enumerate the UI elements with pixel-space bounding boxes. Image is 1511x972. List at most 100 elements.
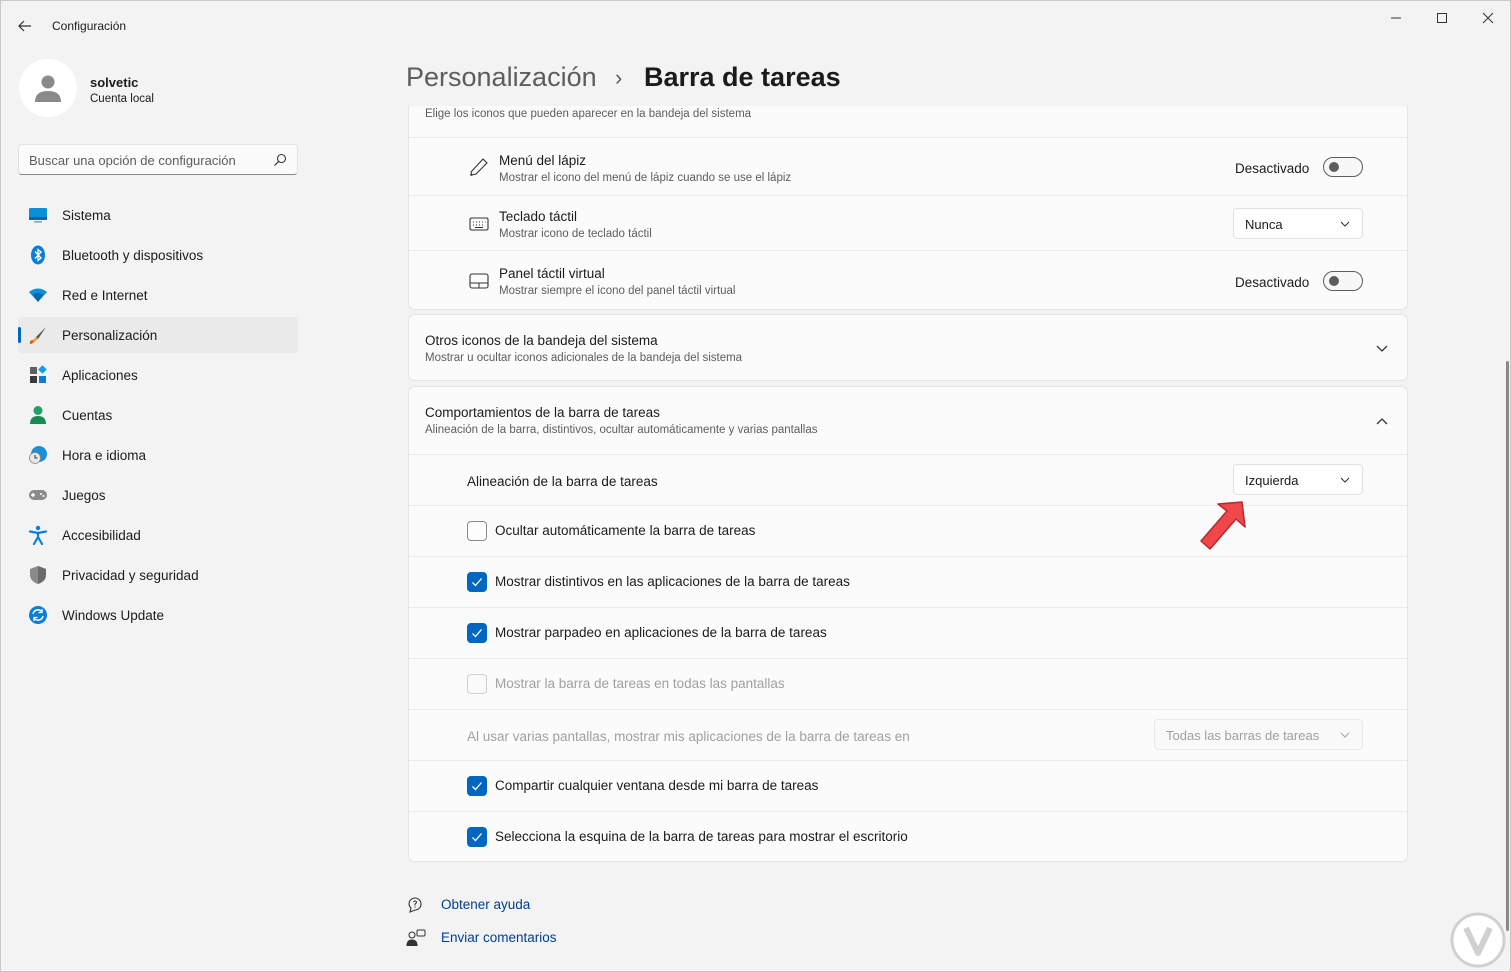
alignment-row: Alineación de la barra de tareas Izquier… xyxy=(409,454,1407,505)
sidebar-item-accesibilidad[interactable]: Accesibilidad xyxy=(18,517,298,553)
user-avatar-icon xyxy=(35,75,61,102)
sidebar-item-label: Sistema xyxy=(62,207,111,223)
tray-icons-description: Elige los iconos que pueden aparecer en … xyxy=(425,108,752,120)
wifi-icon xyxy=(28,285,48,305)
sidebar-item-label: Personalización xyxy=(62,327,158,343)
flashing-row: Mostrar parpadeo en aplicaciones de la b… xyxy=(409,607,1407,658)
maximize-button[interactable] xyxy=(1419,1,1465,35)
corner-desktop-label: Selecciona la esquina de la barra de tar… xyxy=(495,829,908,844)
sidebar-item-label: Cuentas xyxy=(62,407,113,423)
behaviors-header[interactable]: Comportamientos de la barra de tareas Al… xyxy=(409,387,1407,454)
pen-menu-subtitle: Mostrar el icono del menú de lápiz cuand… xyxy=(499,172,792,184)
all-displays-checkbox[interactable] xyxy=(467,674,487,694)
clock-globe-icon xyxy=(28,445,48,465)
pen-menu-state: Desactivado xyxy=(1235,161,1310,176)
sidebar-item-privacidad[interactable]: Privacidad y seguridad xyxy=(18,557,298,593)
pen-menu-row: Menú del lápiz Mostrar el icono del menú… xyxy=(409,137,1407,195)
virtual-touchpad-state: Desactivado xyxy=(1235,275,1310,290)
multi-display-dropdown[interactable]: Todas las barras de tareas xyxy=(1154,719,1363,750)
help-icon xyxy=(408,897,422,913)
watermark-logo-icon xyxy=(1450,912,1506,968)
autohide-checkbox[interactable] xyxy=(467,521,487,541)
settings-window: Configuración solvetic Cuenta local Busc… xyxy=(0,0,1511,972)
breadcrumb-separator-icon: › xyxy=(615,65,623,90)
search-icon xyxy=(274,153,287,166)
dropdown-value: Nunca xyxy=(1245,217,1283,232)
dropdown-value: Todas las barras de tareas xyxy=(1166,728,1320,743)
accessibility-icon xyxy=(28,525,48,545)
corner-desktop-row: Selecciona la esquina de la barra de tar… xyxy=(409,811,1407,862)
monitor-icon xyxy=(28,205,48,225)
annotation-arrow-icon xyxy=(1200,501,1246,550)
close-button[interactable] xyxy=(1465,1,1511,35)
other-tray-icons-card[interactable]: Otros iconos de la bandeja del sistema M… xyxy=(408,314,1408,381)
touch-keyboard-row: Teclado táctil Mostrar icono de teclado … xyxy=(409,195,1407,250)
share-window-checkbox[interactable] xyxy=(467,776,487,796)
breadcrumb-parent[interactable]: Personalización xyxy=(406,62,597,93)
sidebar-item-aplicaciones[interactable]: Aplicaciones xyxy=(18,357,298,393)
badges-label: Mostrar distintivos en las aplicaciones … xyxy=(495,574,850,589)
virtual-touchpad-row: Panel táctil virtual Mostrar siempre el … xyxy=(409,250,1407,310)
sidebar-item-label: Hora e idioma xyxy=(62,447,147,463)
corner-desktop-checkbox[interactable] xyxy=(467,827,487,847)
title-bar: Configuración xyxy=(1,1,1510,49)
touch-keyboard-title: Teclado táctil xyxy=(499,209,578,224)
profile-account-type: Cuenta local xyxy=(90,93,154,105)
sidebar-item-label: Accesibilidad xyxy=(62,527,141,543)
alignment-label: Alineación de la barra de tareas xyxy=(467,474,658,489)
send-feedback-link[interactable]: Enviar comentarios xyxy=(406,928,706,948)
sidebar-item-red[interactable]: Red e Internet xyxy=(18,277,298,313)
sidebar-nav: Sistema Bluetooth y dispositivos Red e I… xyxy=(18,197,298,637)
virtual-touchpad-title: Panel táctil virtual xyxy=(499,266,605,281)
badges-checkbox[interactable] xyxy=(467,572,487,592)
minimize-button[interactable] xyxy=(1373,1,1419,35)
share-window-row: Compartir cualquier ventana desde mi bar… xyxy=(409,760,1407,811)
touch-keyboard-dropdown[interactable]: Nunca xyxy=(1233,208,1363,239)
checkmark-icon xyxy=(472,578,482,587)
all-displays-row: Mostrar la barra de tareas en todas las … xyxy=(409,658,1407,709)
touchpad-icon xyxy=(469,273,489,289)
behaviors-title: Comportamientos de la barra de tareas xyxy=(425,405,660,420)
maximize-icon xyxy=(1437,13,1447,23)
all-displays-label: Mostrar la barra de tareas en todas las … xyxy=(495,676,785,691)
close-icon xyxy=(1482,12,1494,24)
app-title: Configuración xyxy=(52,19,127,33)
chevron-down-icon xyxy=(1340,732,1350,738)
person-icon xyxy=(28,405,48,425)
pen-menu-toggle[interactable] xyxy=(1323,157,1363,177)
minimize-icon xyxy=(1391,17,1401,19)
pen-icon xyxy=(470,158,488,176)
sidebar-item-cuentas[interactable]: Cuentas xyxy=(18,397,298,433)
get-help-text[interactable]: Obtener ayuda xyxy=(441,897,530,912)
checkmark-icon xyxy=(472,833,482,842)
virtual-touchpad-toggle[interactable] xyxy=(1323,271,1363,291)
scrollbar[interactable] xyxy=(1506,361,1509,931)
search-input[interactable]: Buscar una opción de configuración xyxy=(18,144,298,175)
pen-menu-title: Menú del lápiz xyxy=(499,153,587,168)
get-help-link[interactable]: Obtener ayuda xyxy=(406,895,706,915)
sidebar-item-sistema[interactable]: Sistema xyxy=(18,197,298,233)
chevron-down-icon[interactable] xyxy=(1374,341,1390,357)
chevron-up-icon[interactable] xyxy=(1374,413,1390,429)
alignment-dropdown[interactable]: Izquierda xyxy=(1233,464,1363,495)
flashing-checkbox[interactable] xyxy=(467,623,487,643)
sidebar-item-hora[interactable]: Hora e idioma xyxy=(18,437,298,473)
touch-keyboard-subtitle: Mostrar icono de teclado táctil xyxy=(499,228,652,240)
multi-display-label: Al usar varias pantallas, mostrar mis ap… xyxy=(467,729,910,744)
sidebar-item-juegos[interactable]: Juegos xyxy=(18,477,298,513)
send-feedback-text[interactable]: Enviar comentarios xyxy=(441,930,557,945)
chevron-down-icon xyxy=(1340,477,1350,483)
sidebar-item-windows-update[interactable]: Windows Update xyxy=(18,597,298,633)
multi-display-row: Al usar varias pantallas, mostrar mis ap… xyxy=(409,709,1407,760)
sidebar-item-bluetooth[interactable]: Bluetooth y dispositivos xyxy=(18,237,298,273)
bluetooth-icon xyxy=(28,245,48,265)
chevron-down-icon xyxy=(1340,221,1350,227)
user-profile[interactable]: solvetic Cuenta local xyxy=(19,59,299,119)
sidebar-item-personalizacion[interactable]: Personalización xyxy=(18,317,298,353)
behaviors-subtitle: Alineación de la barra, distintivos, ocu… xyxy=(425,424,818,436)
other-tray-subtitle: Mostrar u ocultar iconos adicionales de … xyxy=(425,352,743,364)
taskbar-behaviors-card: Comportamientos de la barra de tareas Al… xyxy=(408,386,1408,862)
back-button[interactable] xyxy=(11,13,39,39)
other-tray-title: Otros iconos de la bandeja del sistema xyxy=(425,333,658,348)
apps-icon xyxy=(28,365,48,385)
